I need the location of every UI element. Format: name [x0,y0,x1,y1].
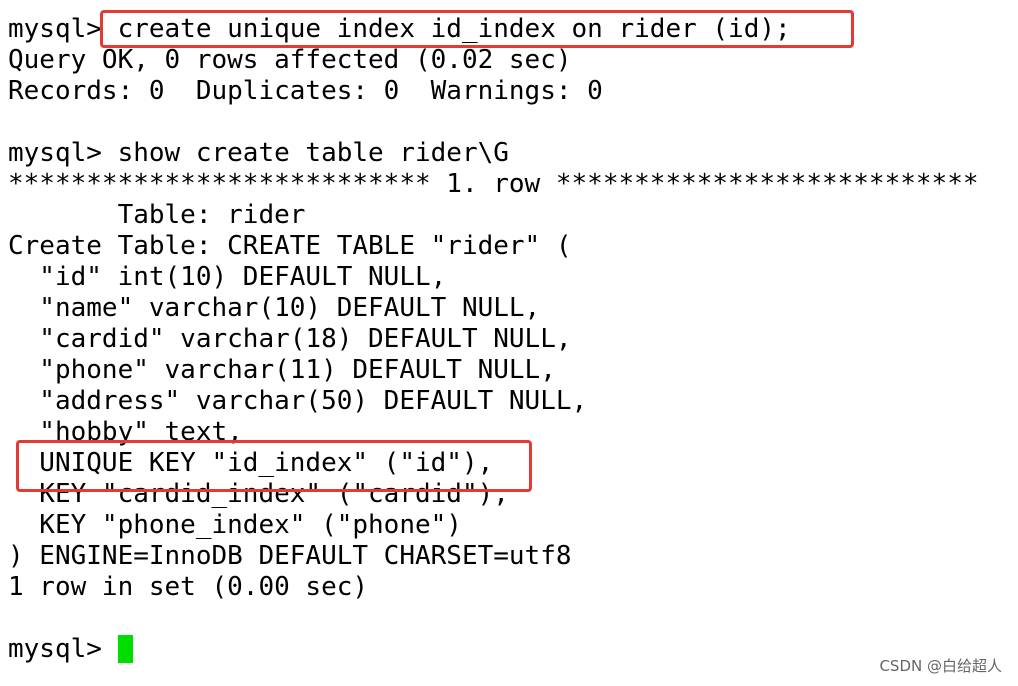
highlight-unique-key-line [16,440,532,492]
prompt-text: mysql> [8,634,118,664]
terminal-line: "name" varchar(10) DEFAULT NULL, [8,293,541,323]
terminal-line: KEY "phone_index" ("phone") [8,510,462,540]
terminal-line: *************************** 1. row *****… [8,169,979,199]
prompt-line[interactable]: mysql> [8,634,979,665]
terminal-line: "id" int(10) DEFAULT NULL, [8,262,447,292]
terminal-line: "phone" varchar(11) DEFAULT NULL, [8,355,556,385]
terminal-line: Query OK, 0 rows affected (0.02 sec) [8,45,572,75]
cursor-block[interactable] [117,635,133,663]
terminal-line: 1 row in set (0.00 sec) [8,572,369,602]
terminal-line: Records: 0 Duplicates: 0 Warnings: 0 [8,76,603,106]
terminal-line: "address" varchar(50) DEFAULT NULL, [8,386,588,416]
terminal-line: Create Table: CREATE TABLE "rider" ( [8,231,572,261]
terminal-line: "cardid" varchar(18) DEFAULT NULL, [8,324,572,354]
watermark-text: CSDN @白给超人 [879,657,1002,675]
terminal-window[interactable]: mysql> create unique index id_index on r… [0,0,1018,686]
terminal-output: mysql> create unique index id_index on r… [8,14,979,665]
terminal-line: ) ENGINE=InnoDB DEFAULT CHARSET=utf8 [8,541,572,571]
terminal-line: mysql> show create table rider\G [8,138,509,168]
highlight-create-index-command [100,10,854,48]
terminal-line: Table: rider [8,200,306,230]
